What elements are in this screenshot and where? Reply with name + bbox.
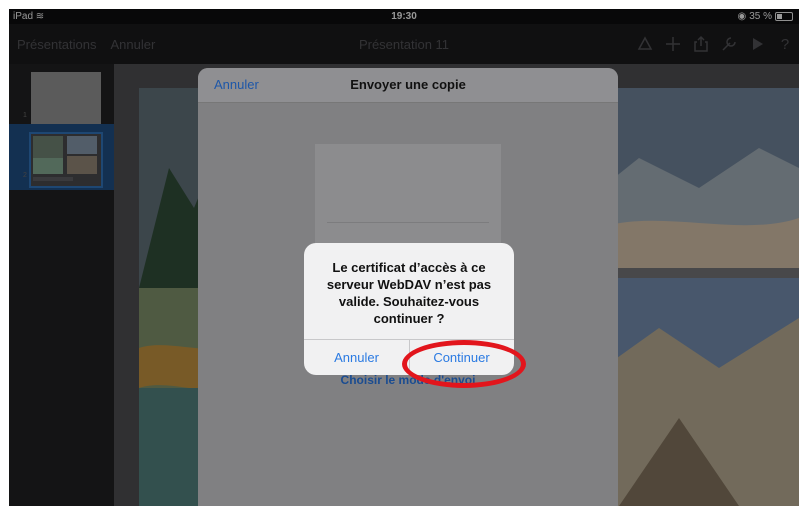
alert-cancel-button[interactable]: Annuler (304, 339, 409, 375)
certificate-alert-dialog: Le certificat d’accès à ce serveur WebDA… (304, 243, 514, 375)
sheet-title: Envoyer une copie (350, 77, 466, 92)
sheet-header: Annuler Envoyer une copie (198, 68, 618, 103)
alert-continue-button[interactable]: Continuer (409, 339, 514, 375)
ipad-screen: iPad ≋ 19:30 ◉ 35 % Présentations Annule… (9, 9, 799, 506)
alert-message: Le certificat d’accès à ce serveur WebDA… (326, 260, 492, 326)
choose-send-method-link[interactable]: Choisir le mode d'envoi (198, 373, 618, 387)
divider (327, 222, 489, 223)
